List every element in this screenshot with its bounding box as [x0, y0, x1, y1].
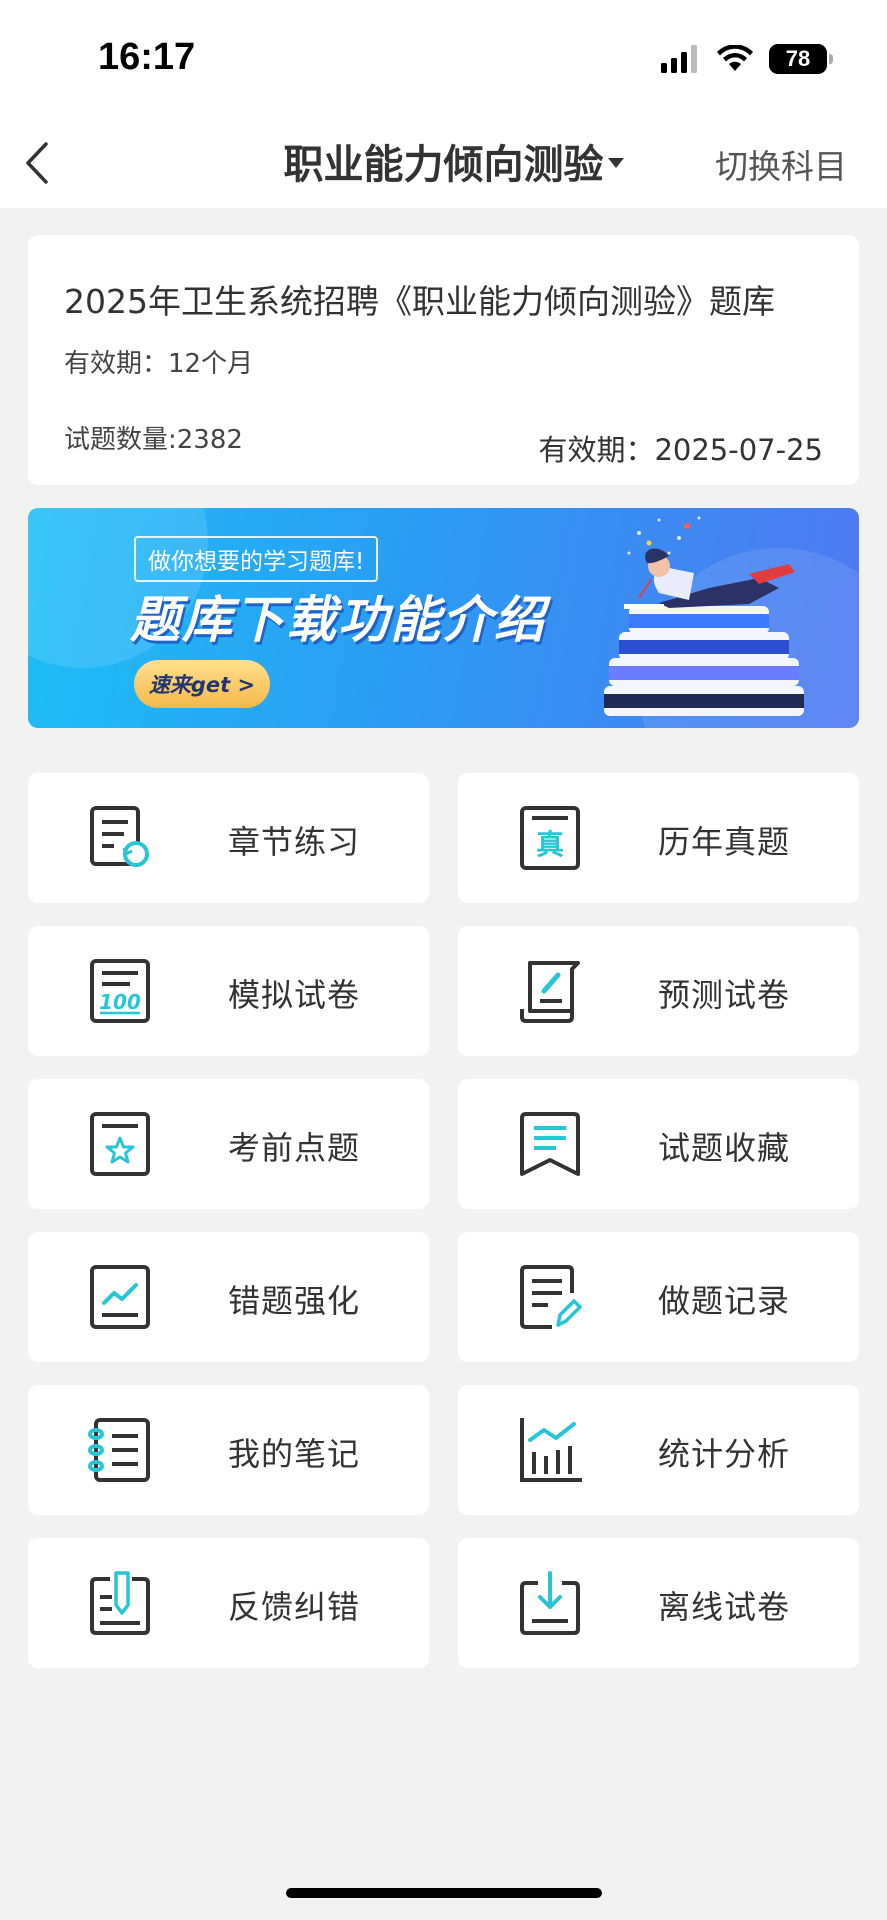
signal-icon — [661, 45, 697, 73]
feature-statistics[interactable]: 统计分析 — [458, 1385, 859, 1515]
feature-feedback[interactable]: 反馈纠错 — [28, 1538, 429, 1668]
feature-practice-record[interactable]: 做题记录 — [458, 1232, 859, 1362]
feature-chapter-practice[interactable]: 章节练习 — [28, 773, 429, 903]
download-feature-banner[interactable]: 做你想要的学习题库! 题库下载功能介绍 速来get > — [28, 508, 859, 728]
notes-icon — [88, 1418, 150, 1482]
feature-label: 统计分析 — [658, 1435, 791, 1473]
feature-label: 章节练习 — [228, 823, 361, 861]
feature-label: 历年真题 — [658, 823, 791, 861]
feature-label: 考前点题 — [228, 1129, 361, 1167]
validity-duration: 有效期：12个月 — [64, 349, 254, 379]
wrong-questions-icon — [90, 1265, 150, 1329]
switch-subject-button[interactable]: 切换科目 — [715, 140, 847, 188]
feature-past-exams[interactable]: 真 历年真题 — [458, 773, 859, 903]
feature-label: 模拟试卷 — [228, 976, 361, 1014]
past-exams-icon: 真 — [520, 806, 580, 870]
feedback-icon — [90, 1571, 150, 1635]
feature-label: 错题强化 — [228, 1282, 361, 1320]
feature-label: 预测试卷 — [658, 976, 791, 1014]
status-time: 16:17 — [98, 36, 196, 78]
studying-on-books-illustration — [604, 516, 804, 716]
predict-paper-icon — [520, 961, 580, 1023]
wifi-icon — [717, 45, 753, 71]
banner-get-button[interactable]: 速来get > — [134, 660, 270, 708]
valid-until-date: 有效期：2025-07-25 — [538, 433, 823, 467]
feature-offline-download[interactable]: 离线试卷 — [458, 1538, 859, 1668]
question-bank-card: 2025年卫生系统招聘《职业能力倾向测验》题库 有效期：12个月 试题数量:23… — [28, 235, 859, 485]
feature-pre-exam-tips[interactable]: 考前点题 — [28, 1079, 429, 1209]
subject-title-text: 职业能力倾向测验 — [283, 142, 604, 188]
banner-tag: 做你想要的学习题库! — [134, 536, 379, 582]
favorites-icon — [520, 1112, 580, 1176]
svg-text:真: 真 — [536, 828, 564, 861]
chapter-practice-icon — [90, 806, 149, 867]
home-indicator[interactable] — [286, 1888, 602, 1898]
feature-predict-paper[interactable]: 预测试卷 — [458, 926, 859, 1056]
nav-bar: 职业能力倾向测验 切换科目 — [0, 118, 887, 208]
feature-label: 我的笔记 — [228, 1435, 361, 1473]
feature-notes[interactable]: 我的笔记 — [28, 1385, 429, 1515]
feature-label: 反馈纠错 — [228, 1588, 361, 1626]
banner-headline: 题库下载功能介绍 — [130, 591, 546, 649]
feature-wrong-questions[interactable]: 错题强化 — [28, 1232, 429, 1362]
feature-label: 离线试卷 — [658, 1588, 791, 1626]
status-bar: 16:17 78 — [0, 0, 887, 118]
mock-paper-icon: 100 — [90, 959, 150, 1023]
svg-text:100: 100 — [99, 990, 141, 1014]
offline-download-icon — [520, 1571, 580, 1635]
pre-exam-tips-icon — [90, 1112, 150, 1176]
battery-indicator: 78 — [769, 44, 833, 74]
battery-level: 78 — [785, 46, 811, 71]
feature-label: 试题收藏 — [658, 1129, 791, 1167]
feature-favorites[interactable]: 试题收藏 — [458, 1079, 859, 1209]
feature-mock-paper[interactable]: 100 模拟试卷 — [28, 926, 429, 1056]
status-icons: 78 — [661, 44, 833, 74]
feature-label: 做题记录 — [658, 1282, 791, 1320]
statistics-icon — [520, 1418, 582, 1482]
question-count: 试题数量:2382 — [64, 425, 243, 455]
bank-title: 2025年卫生系统招聘《职业能力倾向测验》题库 — [64, 282, 775, 321]
practice-record-icon — [520, 1265, 582, 1329]
caret-down-icon[interactable] — [606, 156, 626, 170]
